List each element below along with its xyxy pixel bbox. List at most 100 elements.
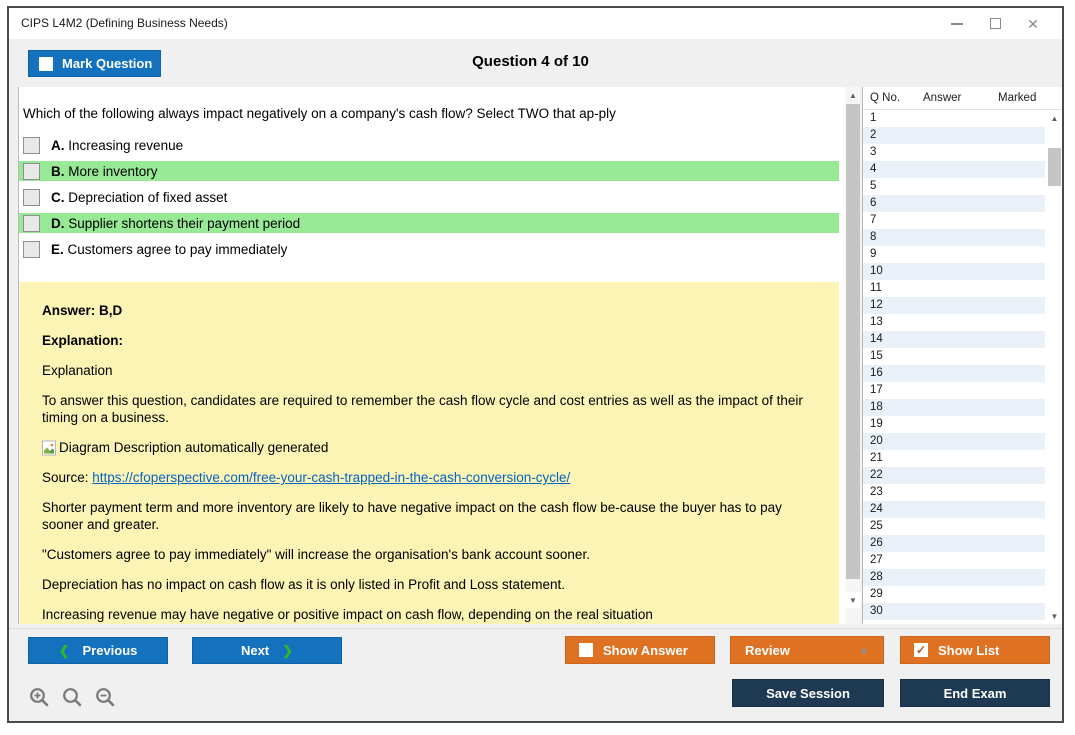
option-checkbox[interactable]	[23, 163, 40, 180]
option-b[interactable]: B. More inventory	[19, 161, 839, 181]
question-list-header: Q No. Answer Marked	[863, 87, 1062, 110]
question-list-row[interactable]: 3	[863, 144, 1045, 161]
main-region: Which of the following always impact neg…	[9, 87, 1062, 628]
question-list-row[interactable]: 13	[863, 314, 1045, 331]
question-list-row[interactable]: 4	[863, 161, 1045, 178]
header-marked: Marked	[998, 92, 1036, 104]
maximize-icon	[990, 18, 1001, 29]
save-session-label: Save Session	[766, 686, 850, 701]
explanation-point-2: "Customers agree to pay immediately" wil…	[42, 546, 817, 563]
question-list-row[interactable]: 8	[863, 229, 1045, 246]
minimize-button[interactable]	[938, 8, 976, 39]
question-list-row[interactable]: 15	[863, 348, 1045, 365]
question-list-row[interactable]: 18	[863, 399, 1045, 416]
option-d[interactable]: D. Supplier shortens their payment perio…	[19, 213, 839, 233]
source-link[interactable]: https://cfoperspective.com/free-your-cas…	[92, 470, 570, 485]
option-checkbox[interactable]	[23, 215, 40, 232]
previous-button[interactable]: ❮ Previous	[28, 637, 168, 664]
option-checkbox[interactable]	[23, 189, 40, 206]
question-list-scrollbar-thumb[interactable]	[1048, 148, 1061, 186]
question-list-row[interactable]: 14	[863, 331, 1045, 348]
screenshot-stage: CIPS L4M2 (Defining Business Needs) ✕ Qu…	[0, 0, 1075, 735]
close-button[interactable]: ✕	[1014, 8, 1052, 39]
save-session-button[interactable]: Save Session	[732, 679, 884, 707]
scroll-down-arrow-icon[interactable]: ▼	[1047, 608, 1062, 624]
question-list-row[interactable]: 21	[863, 450, 1045, 467]
explanation-intro: To answer this question, candidates are …	[42, 392, 817, 426]
zoom-out-icon[interactable]	[94, 686, 118, 710]
question-list-row[interactable]: 16	[863, 365, 1045, 382]
next-label: Next	[241, 643, 269, 658]
option-e[interactable]: E. Customers agree to pay immediately	[19, 239, 839, 259]
header-answer: Answer	[923, 92, 961, 104]
next-button[interactable]: Next ❯	[192, 637, 342, 664]
explanation-subheading: Explanation	[42, 362, 817, 379]
app-window: CIPS L4M2 (Defining Business Needs) ✕ Qu…	[7, 6, 1064, 723]
question-list-row[interactable]: 9	[863, 246, 1045, 263]
scroll-up-arrow-icon[interactable]: ▲	[1047, 110, 1062, 126]
toolbar: Question 4 of 10 Mark Question	[9, 39, 1062, 87]
question-list-row[interactable]: 5	[863, 178, 1045, 195]
question-list-row[interactable]: 20	[863, 433, 1045, 450]
answer-line: Answer: B,D	[42, 302, 817, 319]
header-qno: Q No.	[870, 92, 900, 104]
question-list-row[interactable]: 30	[863, 603, 1045, 620]
question-list-row[interactable]: 2	[863, 127, 1045, 144]
close-icon: ✕	[1027, 17, 1039, 31]
question-list-row[interactable]: 1	[863, 110, 1045, 127]
show-list-button[interactable]: ✓ Show List	[900, 636, 1050, 664]
show-answer-label: Show Answer	[603, 643, 688, 658]
explanation-point-1: Shorter payment term and more inventory …	[42, 499, 817, 533]
option-label: A. Increasing revenue	[51, 138, 183, 153]
mark-question-checkbox[interactable]	[39, 57, 53, 71]
mark-question-button[interactable]: Mark Question	[28, 50, 161, 77]
question-list-row[interactable]: 26	[863, 535, 1045, 552]
question-list-row[interactable]: 27	[863, 552, 1045, 569]
question-counter: Question 4 of 10	[9, 53, 1052, 70]
question-list-row[interactable]: 19	[863, 416, 1045, 433]
question-list-row[interactable]: 25	[863, 518, 1045, 535]
option-c[interactable]: C. Depreciation of fixed asset	[19, 187, 839, 207]
question-list-row[interactable]: 6	[863, 195, 1045, 212]
end-exam-button[interactable]: End Exam	[900, 679, 1050, 707]
question-list-row[interactable]: 7	[863, 212, 1045, 229]
explanation-box: Answer: B,D Explanation: Explanation To …	[20, 282, 839, 624]
previous-label: Previous	[82, 643, 137, 658]
question-list-scrollbar[interactable]: ▲ ▼	[1047, 110, 1062, 624]
option-label: B. More inventory	[51, 164, 158, 179]
question-list-row[interactable]: 24	[863, 501, 1045, 518]
scroll-up-arrow-icon[interactable]: ▲	[845, 87, 861, 103]
question-list-row[interactable]: 28	[863, 569, 1045, 586]
review-button[interactable]: Review ▲	[730, 636, 884, 664]
explanation-heading: Explanation:	[42, 332, 817, 349]
scroll-down-arrow-icon[interactable]: ▼	[845, 592, 861, 608]
show-answer-button[interactable]: Show Answer	[565, 636, 715, 664]
maximize-button[interactable]	[976, 8, 1014, 39]
chevron-left-icon: ❮	[59, 643, 70, 659]
question-list-row[interactable]: 12	[863, 297, 1045, 314]
question-list-row[interactable]: 11	[863, 280, 1045, 297]
chevron-right-icon: ❯	[282, 643, 293, 659]
question-list-row[interactable]: 17	[863, 382, 1045, 399]
broken-image-icon	[42, 440, 57, 456]
option-label: C. Depreciation of fixed asset	[51, 190, 227, 205]
option-checkbox[interactable]	[23, 241, 40, 258]
question-list-row[interactable]: 10	[863, 263, 1045, 280]
content-scrollbar[interactable]: ▲ ▼	[845, 87, 861, 624]
zoom-in-icon[interactable]	[28, 686, 52, 710]
diagram-caption-line: Diagram Description automatically genera…	[42, 439, 817, 456]
show-answer-checkbox[interactable]	[579, 643, 593, 657]
option-a[interactable]: A. Increasing revenue	[19, 135, 839, 155]
content-scrollbar-thumb[interactable]	[846, 104, 860, 579]
end-exam-label: End Exam	[944, 686, 1007, 701]
source-line: Source: https://cfoperspective.com/free-…	[42, 469, 817, 486]
title-bar: CIPS L4M2 (Defining Business Needs) ✕	[9, 8, 1062, 39]
explanation-point-3: Depreciation has no impact on cash flow …	[42, 576, 817, 593]
question-list-row[interactable]: 23	[863, 484, 1045, 501]
option-checkbox[interactable]	[23, 137, 40, 154]
zoom-reset-icon[interactable]	[61, 686, 85, 710]
question-list-row[interactable]: 22	[863, 467, 1045, 484]
window-title: CIPS L4M2 (Defining Business Needs)	[21, 16, 228, 30]
show-list-checkbox[interactable]: ✓	[914, 643, 928, 657]
question-list-row[interactable]: 29	[863, 586, 1045, 603]
